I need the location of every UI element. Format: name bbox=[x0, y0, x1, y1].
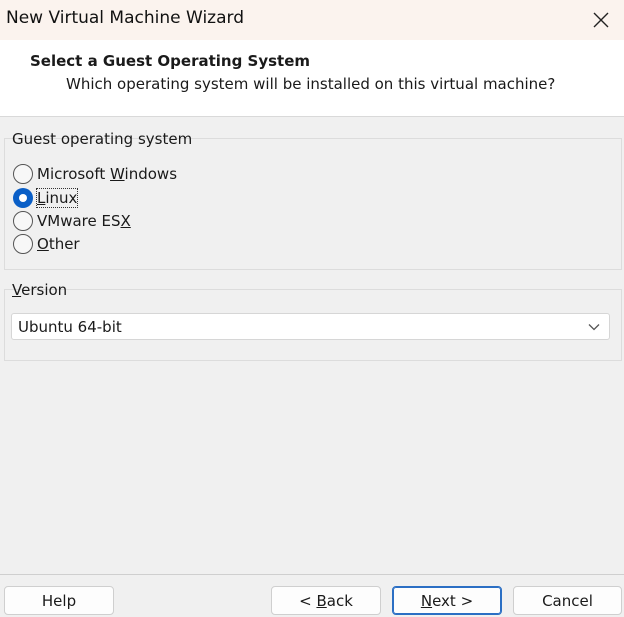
radio-button[interactable] bbox=[13, 211, 33, 231]
close-button[interactable] bbox=[578, 0, 624, 40]
radio-label-windows: Microsoft Windows bbox=[37, 165, 178, 183]
version-dropdown[interactable]: Ubuntu 64-bit bbox=[11, 313, 610, 340]
radio-other[interactable]: Other bbox=[13, 233, 80, 255]
radio-button-checked[interactable] bbox=[13, 188, 33, 208]
version-group-label: Version bbox=[12, 281, 68, 299]
cancel-button[interactable]: Cancel bbox=[513, 586, 622, 615]
radio-vmware-esx[interactable]: VMware ESX bbox=[13, 210, 131, 232]
window-title: New Virtual Machine Wizard bbox=[6, 8, 244, 28]
radio-button[interactable] bbox=[13, 234, 33, 254]
back-button[interactable]: < Back bbox=[271, 586, 381, 615]
chevron-down-icon bbox=[588, 324, 600, 331]
radio-label-linux: Linux bbox=[35, 188, 79, 208]
guest-os-group bbox=[4, 138, 622, 270]
version-selected-value: Ubuntu 64-bit bbox=[18, 317, 122, 336]
close-icon bbox=[593, 12, 609, 28]
radio-button[interactable] bbox=[13, 164, 33, 184]
page-subtitle: Which operating system will be installed… bbox=[66, 75, 556, 93]
radio-linux[interactable]: Linux bbox=[13, 187, 79, 209]
radio-label-esx: VMware ESX bbox=[37, 212, 131, 230]
wizard-header: Select a Guest Operating System Which op… bbox=[0, 40, 624, 117]
footer-divider bbox=[0, 574, 624, 575]
next-button[interactable]: Next > bbox=[392, 586, 502, 615]
title-bar: New Virtual Machine Wizard bbox=[0, 0, 624, 40]
guest-os-group-label: Guest operating system bbox=[12, 130, 193, 148]
page-title: Select a Guest Operating System bbox=[30, 52, 311, 70]
radio-microsoft-windows[interactable]: Microsoft Windows bbox=[13, 163, 177, 185]
help-button[interactable]: Help bbox=[4, 586, 114, 615]
radio-label-other: Other bbox=[37, 235, 80, 253]
